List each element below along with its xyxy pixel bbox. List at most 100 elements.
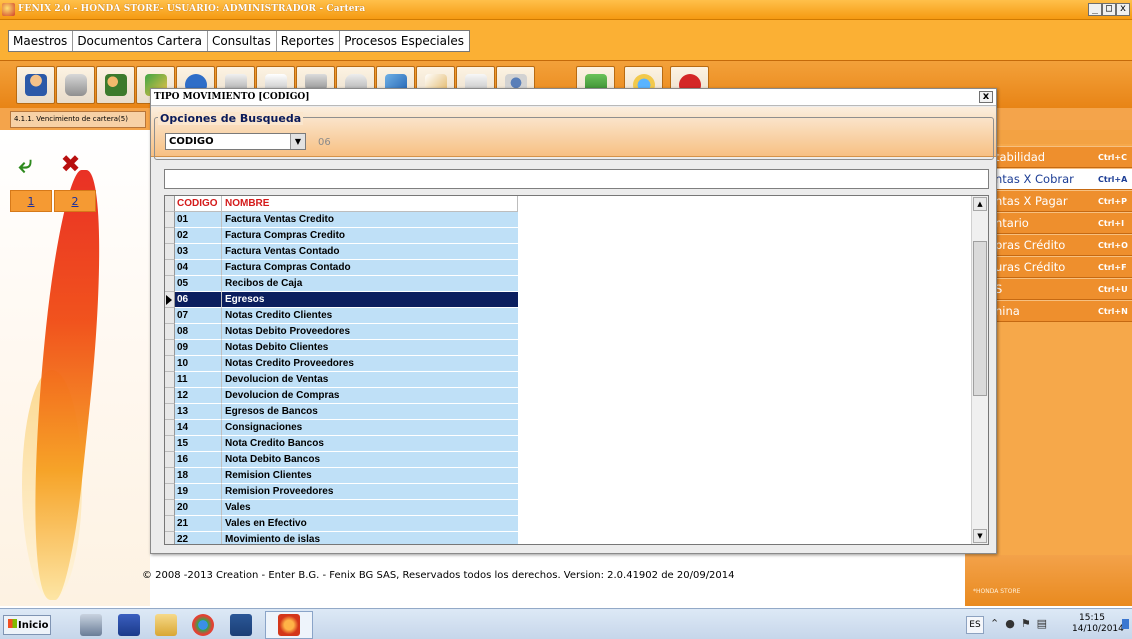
table-row[interactable]: 12 Devolucion de Compras [165,388,518,404]
cell-nombre[interactable]: Vales en Efectivo [222,516,518,532]
table-row[interactable]: 14 Consignaciones [165,420,518,436]
table-row[interactable]: 07 Notas Credito Clientes [165,308,518,324]
powershell-icon[interactable] [118,614,140,636]
chevron-down-icon[interactable]: ▼ [290,134,305,149]
cell-codigo[interactable]: 14 [175,420,222,436]
cell-nombre[interactable]: Notas Debito Proveedores [222,324,518,340]
cell-nombre[interactable]: Devolucion de Ventas [222,372,518,388]
cell-nombre[interactable]: Nota Credito Bancos [222,436,518,452]
table-row[interactable]: 11 Devolucion de Ventas [165,372,518,388]
menu-documentos-cartera[interactable]: Documentos Cartera [73,31,208,51]
cell-nombre[interactable]: Egresos [222,292,518,308]
table-row[interactable]: 01 Factura Ventas Credito [165,212,518,228]
cell-nombre[interactable]: Notas Debito Clientes [222,340,518,356]
module-breadcrumb[interactable]: 4.1.1. Vencimiento de cartera(5) [10,111,146,128]
table-row[interactable]: 13 Egresos de Bancos [165,404,518,420]
table-row[interactable]: 09 Notas Debito Clientes [165,340,518,356]
table-row[interactable]: 10 Notas Credito Proveedores [165,356,518,372]
word-icon[interactable] [230,614,252,636]
table-row[interactable]: 20 Vales [165,500,518,516]
table-row[interactable]: 16 Nota Debito Bancos [165,452,518,468]
cell-nombre[interactable]: Nota Debito Bancos [222,452,518,468]
system-tray[interactable]: ⌃●⚑▤ [990,617,1053,630]
table-row[interactable]: 15 Nota Credito Bancos [165,436,518,452]
table-row[interactable]: 06 Egresos [165,292,518,308]
table-row[interactable]: 22 Movimiento de islas [165,532,518,544]
cell-nombre[interactable]: Movimiento de islas [222,532,518,544]
filter-input[interactable] [164,169,989,189]
cell-codigo[interactable]: 20 [175,500,222,516]
cell-nombre[interactable]: Factura Ventas Contado [222,244,518,260]
folder-icon[interactable] [155,614,177,636]
movimiento-grid[interactable]: CODIGO NOMBRE 01 Factura Ventas Credito 02… [164,195,989,545]
cell-nombre[interactable]: Factura Compras Credito [222,228,518,244]
user-button[interactable] [16,66,55,104]
minimize-button[interactable]: _ [1088,3,1102,16]
cancel-x-icon[interactable]: ✖ [58,150,83,178]
scroll-thumb[interactable] [973,241,987,396]
scroll-up-icon[interactable]: ▲ [973,197,987,211]
table-row[interactable]: 03 Factura Ventas Contado [165,244,518,260]
tab-2[interactable]: 2 [54,190,96,212]
cell-codigo[interactable]: 04 [175,260,222,276]
dialog-close-button[interactable]: x [979,91,993,103]
cell-nombre[interactable]: Recibos de Caja [222,276,518,292]
table-row[interactable]: 02 Factura Compras Credito [165,228,518,244]
table-row[interactable]: 05 Recibos de Caja [165,276,518,292]
cell-nombre[interactable]: Notas Credito Proveedores [222,356,518,372]
cell-nombre[interactable]: Devolucion de Compras [222,388,518,404]
cell-codigo[interactable]: 11 [175,372,222,388]
cell-nombre[interactable]: Egresos de Bancos [222,404,518,420]
show-desktop-button[interactable] [1122,619,1129,629]
cell-nombre[interactable]: Factura Ventas Credito [222,212,518,228]
table-row[interactable]: 04 Factura Compras Contado [165,260,518,276]
cell-codigo[interactable]: 06 [175,292,222,308]
search-field-select[interactable]: CODIGO ▼ [165,133,306,150]
table-row[interactable]: 08 Notas Debito Proveedores [165,324,518,340]
menu-reportes[interactable]: Reportes [277,31,341,51]
column-header-nombre[interactable]: NOMBRE [222,196,518,212]
network-computer-icon[interactable] [80,614,102,636]
network-users-button[interactable] [96,66,135,104]
cell-nombre[interactable]: Consignaciones [222,420,518,436]
cell-codigo[interactable]: 19 [175,484,222,500]
menu-consultas[interactable]: Consultas [208,31,277,51]
menu-procesos-especiales[interactable]: Procesos Especiales [340,31,469,51]
cell-codigo[interactable]: 18 [175,468,222,484]
cell-codigo[interactable]: 21 [175,516,222,532]
maximize-button[interactable]: □ [1102,3,1116,16]
cell-codigo[interactable]: 01 [175,212,222,228]
cell-codigo[interactable]: 12 [175,388,222,404]
language-indicator[interactable]: ES [966,616,984,634]
cell-codigo[interactable]: 16 [175,452,222,468]
cell-nombre[interactable]: Vales [222,500,518,516]
cell-codigo[interactable]: 09 [175,340,222,356]
scroll-down-icon[interactable]: ▼ [973,529,987,543]
menu-maestros[interactable]: Maestros [9,31,74,51]
cell-codigo[interactable]: 13 [175,404,222,420]
cell-nombre[interactable]: Remision Proveedores [222,484,518,500]
close-button[interactable]: x [1116,3,1130,16]
cell-codigo[interactable]: 02 [175,228,222,244]
disk-button[interactable] [56,66,95,104]
cell-codigo[interactable]: 08 [175,324,222,340]
grid-scrollbar[interactable]: ▲ ▼ [971,196,988,544]
cell-nombre[interactable]: Factura Compras Contado [222,260,518,276]
start-button[interactable]: Inicio [3,615,51,635]
table-row[interactable]: 21 Vales en Efectivo [165,516,518,532]
table-row[interactable]: 18 Remision Clientes [165,468,518,484]
cell-codigo[interactable]: 22 [175,532,222,544]
clock[interactable]: 15:15 14/10/2014 [1072,613,1124,635]
cell-codigo[interactable]: 07 [175,308,222,324]
cell-codigo[interactable]: 05 [175,276,222,292]
tab-1[interactable]: 1 [10,190,52,212]
cell-codigo[interactable]: 10 [175,356,222,372]
fenix-app-taskbar-button[interactable] [265,611,313,639]
table-row[interactable]: 19 Remision Proveedores [165,484,518,500]
chrome-icon[interactable] [192,614,214,636]
cell-codigo[interactable]: 03 [175,244,222,260]
cell-nombre[interactable]: Notas Credito Clientes [222,308,518,324]
cell-codigo[interactable]: 15 [175,436,222,452]
accept-arrow-icon[interactable]: ⤶ [13,150,38,178]
column-header-codigo[interactable]: CODIGO [175,196,222,212]
